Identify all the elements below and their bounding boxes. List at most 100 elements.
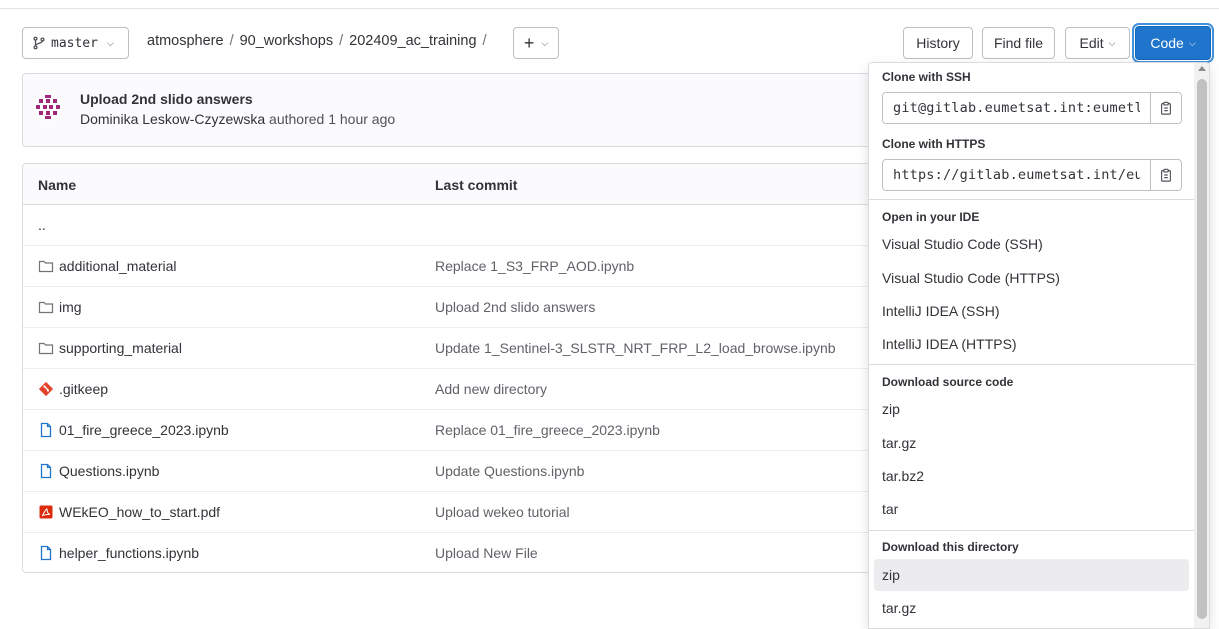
file-icon [38, 545, 54, 561]
breadcrumb-separator: / [482, 33, 487, 49]
header-name: Name [38, 177, 77, 193]
add-to-tree-button[interactable]: + ⌵ [513, 27, 559, 59]
folder-icon [38, 299, 54, 315]
copy-https-button[interactable] [1150, 160, 1181, 190]
copy-ssh-button[interactable] [1150, 93, 1181, 123]
directory-item-tar-gz[interactable]: tar.gz [874, 592, 1189, 624]
ide-item-intellij-https[interactable]: IntelliJ IDEA (HTTPS) [874, 328, 1189, 360]
file-last-commit[interactable]: Add new directory [435, 381, 547, 397]
file-name-cell[interactable]: img [38, 299, 82, 315]
clone-ssh-heading: Clone with SSH [882, 70, 971, 84]
edit-button-label: Edit [1079, 35, 1104, 51]
last-commit-panel [22, 73, 902, 147]
table-row[interactable]: supporting_material Update 1_Sentinel-3_S… [23, 328, 901, 369]
ide-item-intellij-ssh[interactable]: IntelliJ IDEA (SSH) [874, 295, 1189, 327]
clone-ssh-input[interactable] [883, 93, 1150, 123]
file-name-cell[interactable]: additional_material [38, 258, 177, 274]
history-button[interactable]: History [903, 27, 973, 59]
copy-icon [1158, 167, 1174, 183]
dropdown-divider [869, 199, 1194, 200]
file-name[interactable]: WEkEO_how_to_start.pdf [59, 504, 220, 520]
file-name-cell[interactable]: Questions.ipynb [38, 463, 159, 479]
directory-item-zip[interactable]: zip [874, 559, 1189, 591]
table-row[interactable]: 01_fire_greece_2023.ipynb Replace 01_fire… [23, 410, 901, 451]
git-icon [38, 381, 54, 397]
file-icon [38, 422, 54, 438]
pdf-icon [38, 504, 54, 520]
file-name[interactable]: .. [38, 217, 46, 233]
scroll-up-icon[interactable] [1198, 66, 1206, 71]
file-last-commit[interactable]: Update 1_Sentinel-3_SLSTR_NRT_FRP_L2_loa… [435, 340, 836, 356]
code-button-label: Code [1150, 35, 1184, 51]
file-name-cell[interactable]: .gitkeep [38, 381, 108, 397]
file-last-commit[interactable]: Update Questions.ipynb [435, 463, 584, 479]
folder-icon [38, 258, 54, 274]
table-row[interactable]: Questions.ipynb Update Questions.ipynb [23, 451, 901, 492]
commit-author[interactable]: Dominika Leskow-Czyzewska [80, 111, 265, 127]
source-item-tar-gz[interactable]: tar.gz [874, 427, 1189, 459]
file-last-commit[interactable]: Upload New File [435, 545, 538, 561]
dropdown-divider [869, 364, 1194, 365]
dropdown-divider [869, 530, 1194, 531]
code-button[interactable]: Code ⌵ [1135, 26, 1211, 60]
file-name[interactable]: .gitkeep [59, 381, 108, 397]
table-row[interactable]: WEkEO_how_to_start.pdf Upload wekeo tutor… [23, 492, 901, 533]
file-last-commit[interactable]: Replace 1_S3_FRP_AOD.ipynb [435, 258, 634, 274]
find-file-button[interactable]: Find file [982, 27, 1055, 59]
table-row[interactable]: helper_functions.ipynb Upload New File [23, 533, 901, 572]
table-row[interactable]: .. [23, 205, 901, 246]
table-row[interactable]: additional_material Replace 1_S3_FRP_AOD.… [23, 246, 901, 287]
edit-button[interactable]: Edit ⌵ [1065, 27, 1130, 59]
file-table: Name Last commit .. additional_material Re… [22, 163, 902, 573]
clone-https-heading: Clone with HTTPS [882, 137, 986, 151]
file-name[interactable]: additional_material [59, 258, 177, 274]
breadcrumb: atmosphere / 90_workshops / 202409_ac_traini… [147, 33, 493, 49]
table-row[interactable]: .gitkeep Add new directory [23, 369, 901, 410]
breadcrumb-item-workshops[interactable]: 90_workshops [240, 33, 334, 49]
clone-https-field [882, 159, 1182, 191]
ide-item-vscode-https[interactable]: Visual Studio Code (HTTPS) [874, 262, 1189, 294]
file-name-cell[interactable]: helper_functions.ipynb [38, 545, 199, 561]
branch-icon [31, 35, 47, 51]
chevron-down-icon: ⌵ [541, 37, 549, 48]
file-name[interactable]: Questions.ipynb [59, 463, 159, 479]
code-dropdown: Clone with SSH Clone with HTTPS Open in … [868, 62, 1210, 629]
file-icon [38, 463, 54, 479]
breadcrumb-separator: / [339, 33, 344, 49]
file-last-commit[interactable]: Replace 01_fire_greece_2023.ipynb [435, 422, 660, 438]
directory-heading: Download this directory [882, 540, 1019, 554]
breadcrumb-item-training[interactable]: 202409_ac_training [349, 33, 476, 49]
chevron-down-icon: ⌵ [1108, 37, 1116, 48]
ide-heading: Open in your IDE [882, 210, 980, 224]
avatar[interactable] [34, 93, 62, 121]
source-item-tar[interactable]: tar [874, 493, 1189, 525]
file-name-cell[interactable]: 01_fire_greece_2023.ipynb [38, 422, 229, 438]
chevron-down-icon: ⌵ [106, 37, 114, 48]
branch-selector[interactable]: master ⌵ [22, 27, 129, 59]
chevron-down-icon: ⌵ [1188, 37, 1196, 48]
table-row[interactable]: img Upload 2nd slido answers [23, 287, 901, 328]
dropdown-scroll-thumb[interactable] [1197, 79, 1207, 619]
source-item-zip[interactable]: zip [874, 393, 1189, 425]
breadcrumb-item-atmosphere[interactable]: atmosphere [147, 33, 224, 49]
copy-icon [1158, 100, 1174, 116]
file-name[interactable]: 01_fire_greece_2023.ipynb [59, 422, 229, 438]
file-name-cell[interactable]: WEkEO_how_to_start.pdf [38, 504, 220, 520]
ide-item-vscode-ssh[interactable]: Visual Studio Code (SSH) [874, 228, 1189, 260]
breadcrumb-separator: / [229, 33, 234, 49]
source-heading: Download source code [882, 375, 1014, 389]
clone-https-input[interactable] [883, 160, 1150, 190]
folder-icon [38, 340, 54, 356]
file-name[interactable]: helper_functions.ipynb [59, 545, 199, 561]
commit-title[interactable]: Upload 2nd slido answers [80, 91, 253, 107]
file-name[interactable]: supporting_material [59, 340, 182, 356]
commit-time: authored 1 hour ago [265, 111, 396, 127]
top-divider [0, 8, 1219, 9]
file-name-cell[interactable]: .. [38, 217, 46, 233]
file-last-commit[interactable]: Upload wekeo tutorial [435, 504, 570, 520]
plus-icon: + [523, 33, 535, 53]
file-name[interactable]: img [59, 299, 82, 315]
file-last-commit[interactable]: Upload 2nd slido answers [435, 299, 595, 315]
file-name-cell[interactable]: supporting_material [38, 340, 182, 356]
source-item-tar-bz2[interactable]: tar.bz2 [874, 460, 1189, 492]
